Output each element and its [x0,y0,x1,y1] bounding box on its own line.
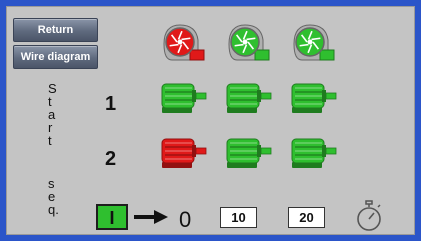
motor-icon[interactable] [290,81,338,115]
start-seq-char: q. [48,202,59,217]
wire-diagram-button[interactable]: Wire diagram [13,45,98,69]
fan-icon[interactable] [290,22,336,64]
motor-icon[interactable] [160,81,208,115]
start-seq-char: t [48,133,52,148]
fan-icon[interactable] [160,22,206,64]
control-panel: Return Wire diagram S t a r t s e q. 1 2… [6,6,415,235]
fan-icon[interactable] [225,22,271,64]
row-2-label: 2 [105,148,117,170]
counter-value: 0 [179,207,192,232]
row-1-label: 1 [105,93,117,115]
motor-icon[interactable] [160,136,208,170]
setpoint-box-2[interactable]: 20 [288,207,325,228]
return-button[interactable]: Return [13,18,98,42]
stopwatch-icon[interactable] [354,200,384,232]
start-indicator[interactable]: I [96,204,128,230]
motor-icon[interactable] [290,136,338,170]
motor-icon[interactable] [225,81,273,115]
start-indicator-label: I [109,208,114,228]
arrow-right-icon [134,210,168,224]
setpoint-box-1[interactable]: 10 [220,207,257,228]
motor-icon[interactable] [225,136,273,170]
